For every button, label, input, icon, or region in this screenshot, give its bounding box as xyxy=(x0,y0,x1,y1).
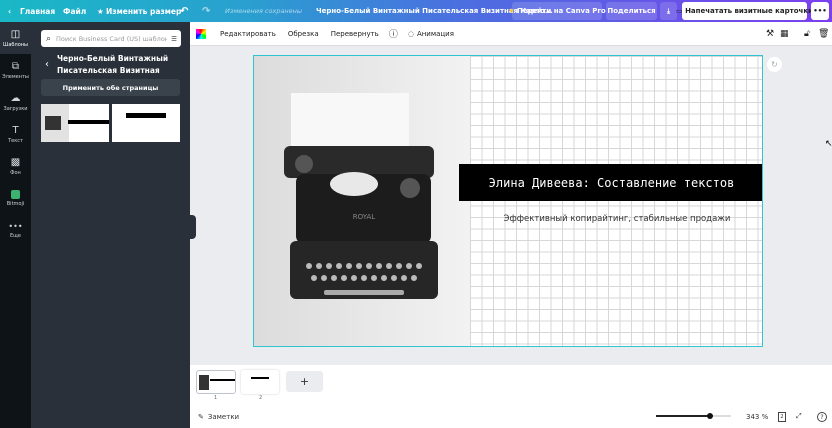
back-chevron-icon[interactable]: ‹ xyxy=(8,7,11,16)
rail-more[interactable]: ••• Еще xyxy=(0,214,31,246)
rail-background[interactable]: ▩ Фон xyxy=(0,150,31,182)
page-strip: 1 2 + xyxy=(190,365,832,405)
apply-all-pages-button[interactable]: Применить обе страницы xyxy=(41,79,180,96)
more-icon: ••• xyxy=(8,221,23,231)
notes-button[interactable]: Заметки xyxy=(208,413,239,421)
background-icon: ▩ xyxy=(10,156,21,168)
back-chevron-icon[interactable]: ‹ xyxy=(45,59,49,70)
page-thumbnail-1[interactable] xyxy=(196,370,236,394)
file-menu[interactable]: Файл xyxy=(63,7,86,16)
templates-icon: ◫ xyxy=(10,28,21,40)
upload-icon: ☁ xyxy=(10,92,21,104)
crop-button[interactable]: Обрезка xyxy=(288,30,319,38)
paint-roller-icon[interactable]: ⚒ xyxy=(766,29,774,39)
fullscreen-icon[interactable]: ⤢ xyxy=(796,412,802,421)
canva-pro-button[interactable]: ★ Перейти на Canva Pro xyxy=(508,2,606,20)
rotate-icon[interactable]: ↻ xyxy=(767,57,782,72)
print-cards-button[interactable]: ▭ Напечатать визитные карточки xyxy=(676,2,813,20)
rail-bitmoji[interactable]: Bitmoji xyxy=(0,182,31,214)
add-page-button[interactable]: + xyxy=(286,371,323,392)
info-icon[interactable]: ⓘ xyxy=(389,27,398,40)
rail-elements[interactable]: ⧉ Элементы xyxy=(0,54,31,86)
star-icon: ★ xyxy=(508,7,515,15)
typewriter-image: ROYAL xyxy=(284,93,438,299)
home-button[interactable]: Главная xyxy=(20,7,55,16)
undo-icon[interactable]: ↶ xyxy=(180,6,188,17)
business-card-canvas[interactable]: ROYAL Элина Дивеева: Составление текстов… xyxy=(253,55,763,347)
top-bar: ‹ Главная Файл ★ Изменить размер ↶ ↷ Изм… xyxy=(0,0,832,22)
typewriter-photo[interactable]: ROYAL xyxy=(254,56,470,346)
bitmoji-icon xyxy=(11,189,20,199)
page-number-1: 1 xyxy=(214,395,218,401)
rail-uploads[interactable]: ☁ Загрузки xyxy=(0,86,31,118)
share-button[interactable]: Поделиться xyxy=(606,2,657,20)
search-icon: ⌕ xyxy=(46,33,52,44)
transparency-icon[interactable]: ▦ xyxy=(780,29,789,39)
zoom-level[interactable]: 343 % xyxy=(746,413,768,421)
rail-text[interactable]: T Текст xyxy=(0,118,31,150)
edit-toolbar: Редактировать Обрезка Перевернуть ⓘ ◌ Ан… xyxy=(190,22,832,46)
cursor-icon: ↖ xyxy=(825,139,832,149)
search-input[interactable]: ⌕ Поиск Business Card (US) шаблон ☰ xyxy=(41,30,181,47)
svg-text:ROYAL: ROYAL xyxy=(353,213,376,221)
flip-button[interactable]: Перевернуть xyxy=(331,30,379,38)
lock-icon[interactable]: 🔓︎ xyxy=(804,29,810,39)
grid-background xyxy=(470,56,762,346)
templates-panel: ⌕ Поиск Business Card (US) шаблон ☰ ‹ Че… xyxy=(31,22,190,428)
trash-icon[interactable]: 🗑︎ xyxy=(818,29,829,39)
name-heading[interactable]: Элина Дивеева: Составление текстов xyxy=(459,164,762,201)
download-icon[interactable]: ⤓ xyxy=(660,2,677,20)
template-page-2-thumbnail[interactable] xyxy=(112,104,180,142)
zoom-slider-handle[interactable] xyxy=(707,413,713,419)
side-rail: ◫ Шаблоны ⧉ Элементы ☁ Загрузки T Текст ▩ Фон… xyxy=(0,22,31,428)
footer-bar: ✎ Заметки 343 % 2 ⤢ ? xyxy=(190,405,832,428)
redo-icon[interactable]: ↷ xyxy=(202,6,210,17)
card-icon: ▭ xyxy=(676,7,683,15)
page-count-button[interactable]: 2 xyxy=(778,411,786,422)
animate-button[interactable]: Анимация xyxy=(417,30,454,38)
zoom-slider[interactable] xyxy=(656,413,731,419)
resize-star-icon: ★ xyxy=(97,6,104,16)
filter-icon: ☰ xyxy=(171,34,177,43)
save-status: Изменения сохранены xyxy=(225,7,303,15)
resize-button[interactable]: Изменить размер xyxy=(106,7,181,16)
animate-icon: ◌ xyxy=(407,29,414,38)
text-icon: T xyxy=(12,124,19,136)
notes-icon: ✎ xyxy=(198,412,204,421)
page-number-2: 2 xyxy=(259,395,263,401)
elements-icon: ⧉ xyxy=(11,60,20,72)
rail-templates[interactable]: ◫ Шаблоны xyxy=(0,22,31,54)
page-thumbnail-2[interactable] xyxy=(241,370,279,394)
template-page-1-thumbnail[interactable] xyxy=(41,104,109,142)
help-button[interactable]: ? xyxy=(817,411,827,422)
panel-collapse-handle[interactable] xyxy=(190,215,196,239)
edit-button[interactable]: Редактировать xyxy=(220,30,276,38)
more-button[interactable]: ••• xyxy=(811,2,829,20)
color-picker-icon[interactable] xyxy=(196,28,206,39)
tagline-text[interactable]: Эффективный копирайтинг, стабильные прод… xyxy=(470,214,762,224)
